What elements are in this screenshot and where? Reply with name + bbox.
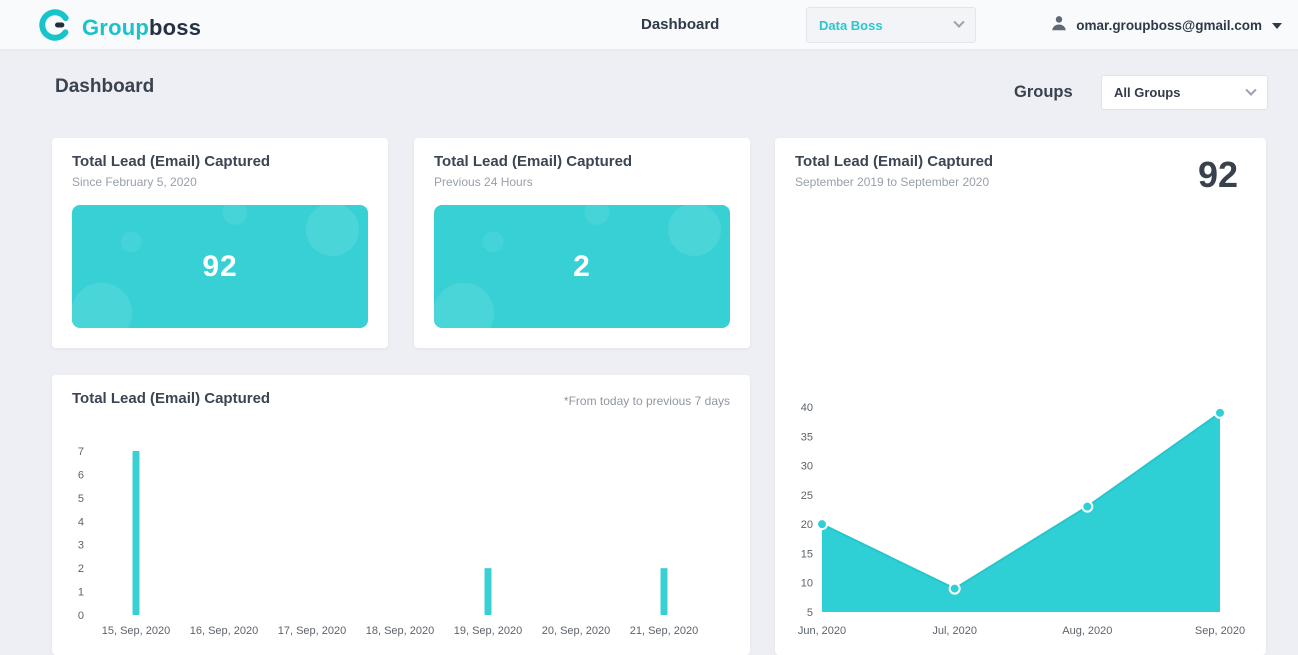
svg-text:30: 30 (801, 461, 813, 473)
svg-text:40: 40 (801, 402, 813, 414)
svg-text:3: 3 (78, 540, 84, 552)
svg-text:18, Sep, 2020: 18, Sep, 2020 (366, 625, 435, 637)
svg-text:2: 2 (78, 563, 84, 575)
weekly-bar-chart: 0 1 2 3 4 5 6 7 15, Sep, 2020 16, Sep, 2020 17, Se… (78, 446, 699, 637)
user-email: omar.groupboss@gmail.com (1076, 18, 1262, 33)
card-yearly-chart: Total Lead (Email) Captured September 20… (775, 138, 1266, 655)
svg-text:19, Sep, 2020: 19, Sep, 2020 (454, 625, 523, 637)
svg-text:20: 20 (801, 519, 813, 531)
team-dropdown[interactable]: Data Boss (806, 7, 976, 43)
svg-text:Sep, 2020: Sep, 2020 (1195, 625, 1245, 637)
svg-text:7: 7 (78, 446, 84, 458)
groups-dropdown-value: All Groups (1114, 85, 1181, 100)
svg-text:Jun, 2020: Jun, 2020 (798, 625, 846, 637)
svg-text:5: 5 (78, 493, 84, 505)
svg-text:21, Sep, 2020: 21, Sep, 2020 (630, 625, 699, 637)
card-title: Total Lead (Email) Captured (795, 153, 994, 170)
nav-dashboard-link[interactable]: Dashboard (641, 16, 719, 33)
card-subtitle: September 2019 to September 2020 (795, 175, 990, 189)
chevron-down-icon (1245, 84, 1257, 96)
metric-value: 2 (573, 249, 591, 283)
svg-text:6: 6 (78, 469, 84, 481)
card-total-since: Total Lead (Email) Captured Since Februa… (52, 138, 388, 348)
svg-text:Aug, 2020: Aug, 2020 (1062, 625, 1112, 637)
card-subtitle: Previous 24 Hours (434, 175, 533, 189)
page-title: Dashboard (55, 76, 155, 97)
card-total-24h: Total Lead (Email) Captured Previous 24 … (414, 138, 750, 348)
groups-dropdown[interactable]: All Groups (1101, 75, 1268, 110)
svg-text:1: 1 (78, 587, 84, 599)
svg-text:35: 35 (801, 431, 813, 443)
svg-text:Jul, 2020: Jul, 2020 (932, 625, 977, 637)
user-menu[interactable]: omar.groupboss@gmail.com (1050, 14, 1282, 37)
svg-text:4: 4 (78, 516, 84, 528)
groupboss-logo[interactable]: Groupboss (38, 8, 201, 47)
logo-wordmark: Groupboss (82, 14, 202, 40)
svg-text:16, Sep, 2020: 16, Sep, 2020 (190, 625, 259, 637)
svg-text:20, Sep, 2020: 20, Sep, 2020 (542, 625, 611, 637)
chevron-down-icon (953, 16, 965, 28)
card-title: Total Lead (Email) Captured (434, 153, 633, 170)
top-navbar: Groupboss Dashboard Data Boss omar.group… (0, 0, 1298, 50)
card-weekly-chart: Total Lead (Email) Captured *From today … (52, 375, 750, 655)
metric-value: 92 (202, 249, 238, 283)
card-title: Total Lead (Email) Captured (72, 390, 271, 407)
user-icon (1050, 14, 1068, 37)
groups-label: Groups (1014, 83, 1073, 101)
caret-down-icon (1272, 22, 1282, 29)
svg-text:5: 5 (807, 607, 813, 619)
chart-note: *From today to previous 7 days (563, 394, 730, 408)
team-dropdown-value: Data Boss (819, 17, 883, 33)
svg-text:15: 15 (801, 548, 813, 560)
svg-text:10: 10 (801, 578, 813, 590)
svg-text:0: 0 (78, 610, 84, 622)
metric-value-box: 2 (434, 205, 730, 328)
groupboss-logo-icon (38, 8, 72, 47)
yearly-total-value: 92 (1197, 154, 1238, 195)
svg-text:15, Sep, 2020: 15, Sep, 2020 (102, 625, 171, 637)
metric-value-box: 92 (72, 205, 368, 328)
card-subtitle: Since February 5, 2020 (72, 175, 197, 189)
card-title: Total Lead (Email) Captured (72, 153, 271, 170)
svg-text:25: 25 (801, 490, 813, 502)
svg-text:17, Sep, 2020: 17, Sep, 2020 (278, 625, 347, 637)
yearly-area-chart: 5 10 15 20 25 30 35 40 Jun, 2020 Jul, 2020 Aug, 20… (798, 402, 1245, 637)
